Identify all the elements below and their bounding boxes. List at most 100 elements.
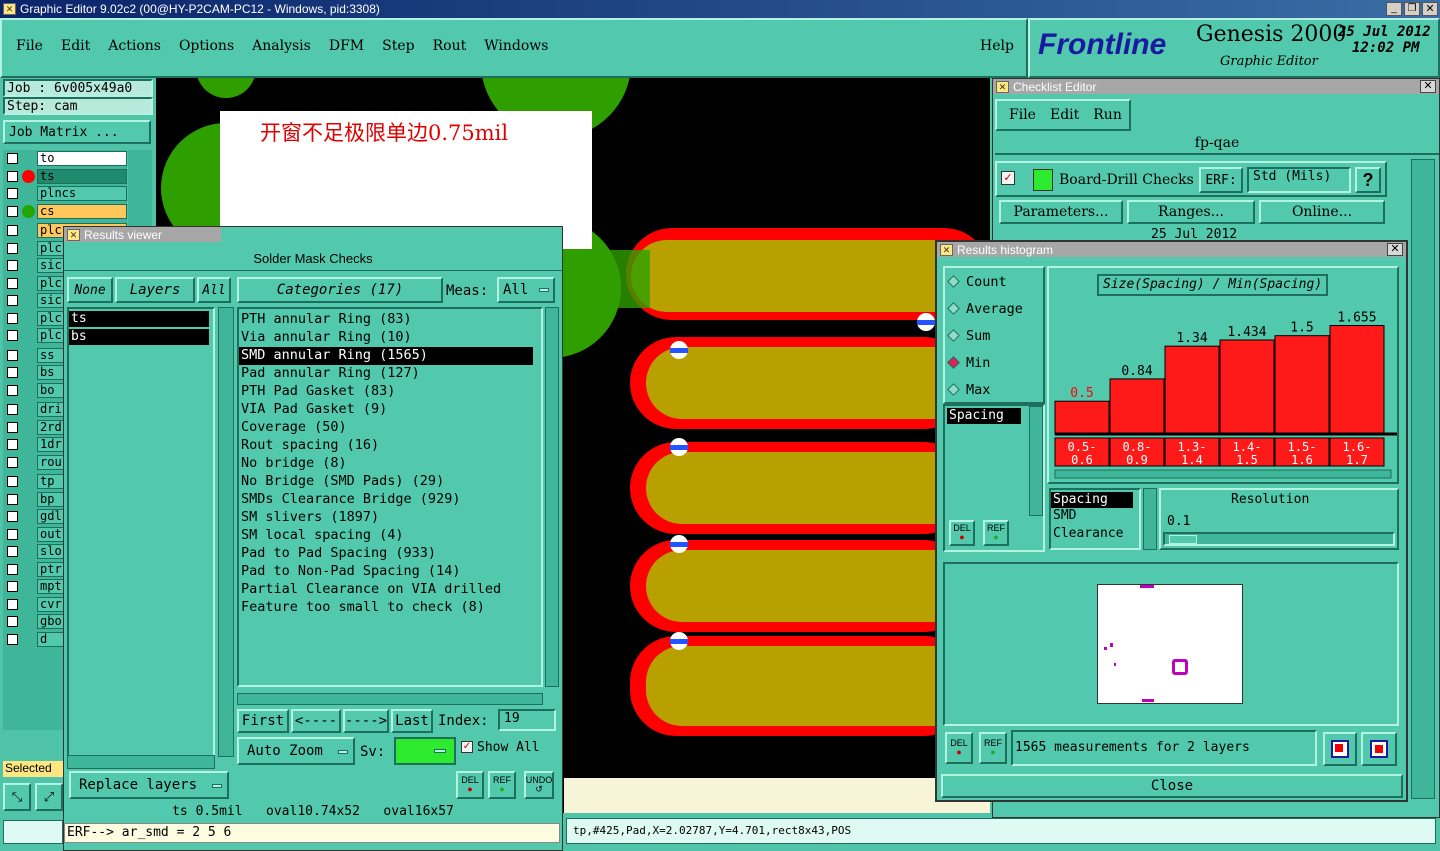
menu-file[interactable]: File xyxy=(16,38,43,54)
del-button[interactable]: DEL ● xyxy=(945,732,973,764)
category-item[interactable]: No bridge (8) xyxy=(239,455,533,473)
show-all-checkbox[interactable]: ✓ xyxy=(461,741,473,753)
layer-row[interactable]: cs xyxy=(3,203,127,221)
mode-radio-count[interactable]: Count xyxy=(945,268,1043,295)
sv-color-select[interactable] xyxy=(394,737,456,765)
layer-checkbox[interactable] xyxy=(7,205,18,217)
minimize-icon[interactable]: _ xyxy=(1386,2,1402,16)
categories-button[interactable]: Categories (17) xyxy=(237,277,443,303)
layer-checkbox[interactable] xyxy=(7,581,18,593)
close-button[interactable]: Close xyxy=(941,774,1403,798)
ref-button[interactable]: REF ● xyxy=(979,732,1007,764)
layer-checkbox[interactable] xyxy=(7,330,18,342)
window-menu-icon[interactable]: ✕ xyxy=(67,228,80,241)
layer-checkbox[interactable] xyxy=(7,367,18,379)
category-item[interactable]: Coverage (50) xyxy=(239,419,533,437)
checklist-menu-run[interactable]: Run xyxy=(1093,107,1122,123)
restore-icon[interactable]: ❐ xyxy=(1404,2,1420,16)
category-item[interactable]: PTH Pad Gasket (83) xyxy=(239,383,533,401)
category-item[interactable]: Rout spacing (16) xyxy=(239,437,533,455)
category-item[interactable]: SMD annular Ring (1565) xyxy=(239,347,533,365)
layer-list-scrollbar[interactable] xyxy=(218,307,234,757)
layer-list-hscroll[interactable] xyxy=(67,755,215,769)
category-item[interactable]: Feature too small to check (8) xyxy=(239,599,533,617)
category-item[interactable]: SM local spacing (4) xyxy=(239,527,533,545)
layer-row[interactable]: to xyxy=(3,150,127,168)
resolution-slider[interactable] xyxy=(1163,532,1395,546)
online-button[interactable]: Online... xyxy=(1259,200,1385,224)
layer-checkbox[interactable] xyxy=(7,404,18,416)
help-button[interactable]: ? xyxy=(1355,167,1381,193)
tool-button-2[interactable]: ⤢ xyxy=(35,783,63,811)
category-item[interactable]: Via annular Ring (10) xyxy=(239,329,533,347)
ref-button[interactable]: REF ● xyxy=(488,771,516,799)
last-button[interactable]: Last xyxy=(391,709,433,733)
layer-checkbox[interactable] xyxy=(7,384,18,396)
mode-radio-sum[interactable]: Sum xyxy=(945,322,1043,349)
zoom-in-icon[interactable] xyxy=(1323,732,1357,766)
layer-checkbox[interactable] xyxy=(7,528,18,540)
layer-checkbox[interactable] xyxy=(7,616,18,628)
category-item[interactable]: VIA Pad Gasket (9) xyxy=(239,401,533,419)
mode-radio-max[interactable]: Max xyxy=(945,376,1043,403)
meas-select[interactable]: All xyxy=(497,277,555,303)
menu-dfm[interactable]: DFM xyxy=(329,38,364,54)
next-button[interactable]: ----> xyxy=(343,709,389,733)
layer-checkbox[interactable] xyxy=(7,295,18,307)
menu-analysis[interactable]: Analysis xyxy=(252,38,311,54)
menu-windows[interactable]: Windows xyxy=(484,38,548,54)
close-icon[interactable]: ✕ xyxy=(1420,80,1436,93)
del-button[interactable]: DEL ● xyxy=(949,520,975,546)
layer-checkbox[interactable] xyxy=(7,349,18,361)
menu-options[interactable]: Options xyxy=(179,38,234,54)
del-button[interactable]: DEL ● xyxy=(456,771,484,799)
category-item[interactable]: Pad to Non-Pad Spacing (14) xyxy=(239,563,533,581)
checklist-menu-file[interactable]: File xyxy=(1009,107,1036,123)
menu-rout[interactable]: Rout xyxy=(433,38,467,54)
layer-checkbox[interactable] xyxy=(7,260,18,272)
layer-checkbox[interactable] xyxy=(7,188,18,200)
layer-checkbox[interactable] xyxy=(7,421,18,433)
layer-row[interactable]: plncs xyxy=(3,185,127,203)
category-scrollbar[interactable] xyxy=(545,307,559,687)
index-input[interactable]: 19 xyxy=(498,709,556,731)
category-item[interactable]: Pad annular Ring (127) xyxy=(239,365,533,383)
tool-button-1[interactable]: ⤡ xyxy=(3,783,31,811)
undo-button[interactable]: UNDO ↺ xyxy=(524,771,554,799)
layer-checkbox[interactable] xyxy=(7,153,18,165)
first-button[interactable]: First xyxy=(237,709,289,733)
layer-checkbox[interactable] xyxy=(7,493,18,505)
prev-button[interactable]: <---- xyxy=(291,709,341,733)
menu-step[interactable]: Step xyxy=(382,38,414,54)
layer-checkbox[interactable] xyxy=(7,439,18,451)
layer-checkbox[interactable] xyxy=(7,170,18,182)
mode-radio-average[interactable]: Average xyxy=(945,295,1043,322)
layer-row[interactable]: ts xyxy=(3,168,127,186)
job-matrix-button[interactable]: Job Matrix ... xyxy=(3,120,151,144)
action-checkbox[interactable]: ✓ xyxy=(1001,171,1015,185)
close-icon[interactable]: ✕ xyxy=(1422,2,1438,16)
menu-actions[interactable]: Actions xyxy=(108,38,161,54)
measure-scrollbar[interactable] xyxy=(1029,406,1043,516)
layer-checkbox[interactable] xyxy=(7,476,18,488)
ranges-button[interactable]: Ranges... xyxy=(1127,200,1255,224)
layer-checkbox[interactable] xyxy=(7,511,18,523)
layer-checkbox[interactable] xyxy=(7,242,18,254)
layer-checkbox[interactable] xyxy=(7,546,18,558)
category-item[interactable]: No Bridge (SMD Pads) (29) xyxy=(239,473,533,491)
checklist-scrollbar[interactable] xyxy=(1411,159,1435,799)
layer-checkbox[interactable] xyxy=(7,633,18,645)
category-item[interactable]: SMDs Clearance Bridge (929) xyxy=(239,491,533,509)
layer-checkbox[interactable] xyxy=(7,456,18,468)
slider-thumb[interactable] xyxy=(1169,535,1197,544)
checklist-menu-edit[interactable]: Edit xyxy=(1050,107,1079,123)
category-item[interactable]: Pad to Pad Spacing (933) xyxy=(239,545,533,563)
category-hscroll[interactable] xyxy=(237,693,543,705)
parameters-button[interactable]: Parameters... xyxy=(999,200,1123,224)
all-layers-button[interactable]: All xyxy=(197,277,231,303)
mode-radio-min[interactable]: Min xyxy=(945,349,1043,376)
close-icon[interactable]: ✕ xyxy=(1387,243,1403,256)
layer-checkbox[interactable] xyxy=(7,225,18,237)
action-name[interactable]: Board-Drill Checks xyxy=(1059,172,1194,188)
menu-help[interactable]: Help xyxy=(980,38,1014,54)
